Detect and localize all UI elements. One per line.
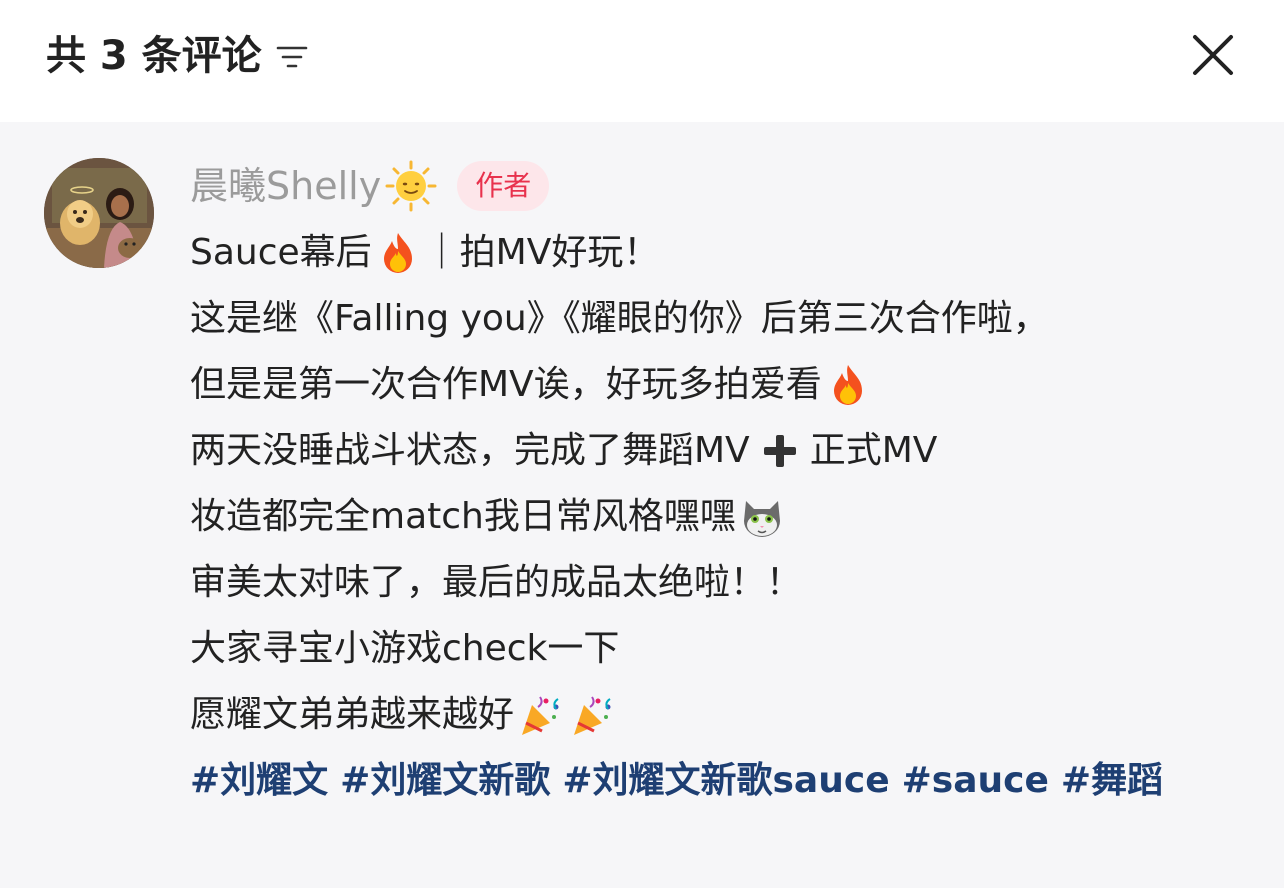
comment-line-7-text: 大家寻宝小游戏check一下	[190, 628, 620, 669]
comment-line-5-text: 妆造都完全match我日常风格嘿嘿	[190, 496, 736, 537]
comment-text: Sauce幕后 ｜拍MV好玩！ 这是继《Falling you》《耀眼的你》后第…	[190, 220, 1250, 814]
hashtag-link[interactable]: #sauce	[902, 760, 1049, 801]
hashtag-link[interactable]: #舞蹈	[1061, 760, 1163, 801]
comment-line-6: 审美太对味了，最后的成品太绝啦！！	[190, 550, 1250, 616]
sun-with-face-icon	[385, 160, 437, 212]
comment-line-2: 这是继《Falling you》《耀眼的你》后第三次合作啦，	[190, 286, 1250, 352]
comment-line-1-text-b: ｜拍MV好玩！	[423, 232, 660, 273]
hashtag-link[interactable]: #刘耀文新歌sauce	[562, 760, 889, 801]
party-popper-icon	[574, 696, 611, 735]
hashtag-list: #刘耀文 #刘耀文新歌 #刘耀文新歌sauce #sauce #舞蹈	[190, 748, 1250, 814]
hashtag-link[interactable]: #刘耀文新歌	[340, 760, 550, 801]
comment-line-4-text-a: 两天没睡战斗状态，完成了舞蹈MV	[190, 430, 750, 471]
comment-line-8-text: 愿耀文弟弟越来越好	[190, 694, 515, 735]
comment-line-4: 两天没睡战斗状态，完成了舞蹈MV 正式MV	[190, 418, 1250, 484]
comments-header: 共 3 条评论	[0, 0, 1284, 122]
sort-icon[interactable]	[274, 38, 310, 74]
comment-username[interactable]: 晨曦Shelly	[190, 158, 381, 214]
comment-line-7: 大家寻宝小游戏check一下	[190, 616, 1250, 682]
author-badge: 作者	[457, 161, 550, 211]
comments-count-title: 共 3 条评论	[46, 28, 310, 84]
fire-icon	[833, 365, 862, 405]
comment-author-row: 晨曦Shelly 作者	[190, 158, 550, 214]
comment-line-6-text: 审美太对味了，最后的成品太绝啦！！	[190, 562, 803, 603]
comment-line-8: 愿耀文弟弟越来越好	[190, 682, 1250, 748]
comment-line-1-text-a: Sauce幕后	[190, 232, 372, 273]
comment-item: 晨曦Shelly 作者 Sauce幕后 ｜拍MV好玩！ 这是继《Falling …	[0, 122, 1284, 888]
close-icon[interactable]	[1188, 30, 1238, 80]
cat-face-icon	[743, 501, 780, 537]
comment-line-3: 但是是第一次合作MV诶，好玩多拍爱看	[190, 352, 1250, 418]
hashtag-link[interactable]: #刘耀文	[190, 760, 328, 801]
comment-line-5: 妆造都完全match我日常风格嘿嘿	[190, 484, 1250, 550]
comments-count-label: 共 3 条评论	[46, 33, 262, 79]
party-popper-icon	[522, 696, 559, 735]
fire-icon	[383, 233, 412, 273]
comment-line-4-text-b: 正式MV	[809, 430, 938, 471]
plus-icon	[763, 435, 796, 467]
avatar[interactable]	[44, 158, 154, 268]
comment-line-1: Sauce幕后 ｜拍MV好玩！	[190, 220, 1250, 286]
comment-line-3-text: 但是是第一次合作MV诶，好玩多拍爱看	[190, 364, 822, 405]
comment-line-2-text: 这是继《Falling you》《耀眼的你》后第三次合作啦，	[190, 298, 1049, 339]
